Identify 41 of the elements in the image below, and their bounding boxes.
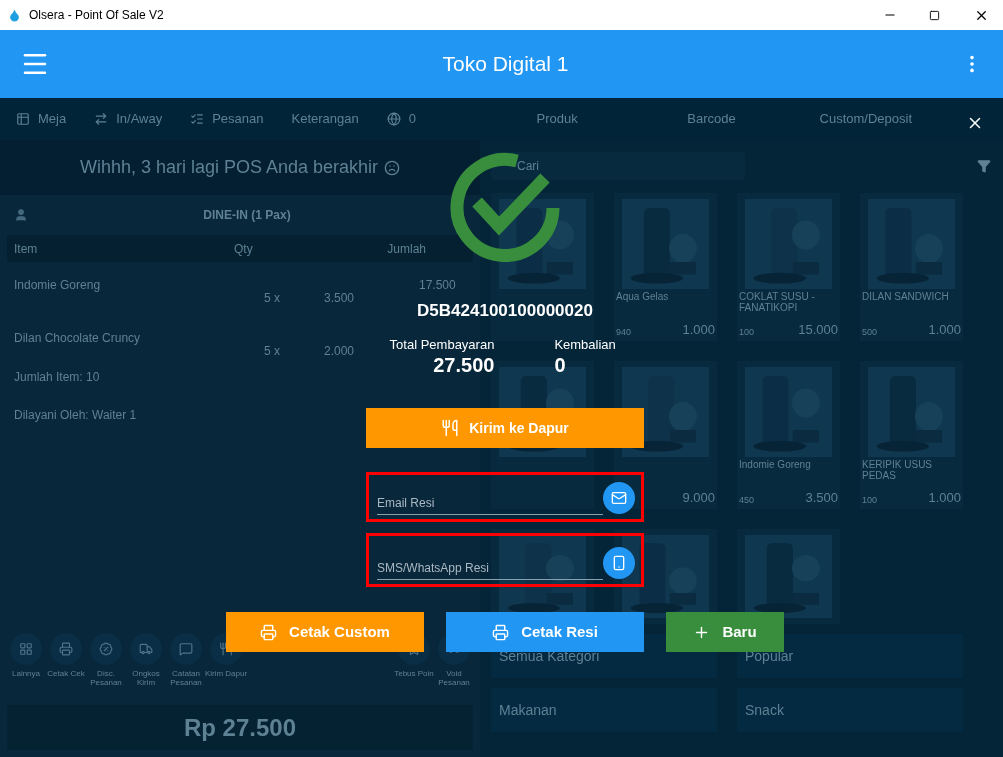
column-header: Item	[14, 240, 39, 258]
product-stock: 100	[862, 493, 878, 507]
total-amount: 27.500	[433, 354, 495, 376]
product-price: 1.000	[682, 320, 715, 339]
product-stock: 500	[862, 325, 878, 339]
action-label: Tebus Poin	[393, 669, 435, 678]
action-label: Kirim Dapur	[204, 669, 248, 678]
product-name: COKLAT SUSU - FANATIKOPI	[738, 291, 816, 313]
product-price: 15.000	[798, 320, 838, 339]
product-name: Aqua Gelas	[615, 291, 670, 302]
column-header: Qty	[234, 240, 254, 258]
window-title: Olsera - Point Of Sale V2	[29, 7, 164, 24]
change-amount: 0	[554, 354, 566, 376]
item-name: Indomie Goreng	[14, 277, 102, 294]
change-label: Kembalian	[554, 335, 616, 354]
product-price: 1.000	[928, 488, 961, 507]
column-header: Jumlah	[386, 240, 427, 258]
action-label: Lainnya	[11, 669, 41, 678]
action-label: Cetak Cek	[46, 669, 86, 678]
store-title: Toko Digital 1	[441, 51, 570, 78]
item-qty: 5 x	[264, 290, 281, 307]
banner-text: Wihhh, 3 hari lagi POS Anda berakhir	[79, 156, 379, 179]
product-name: DILAN SANDWICH	[861, 291, 950, 302]
total-label: Total Pembayaran	[389, 335, 495, 354]
product-name: Indomie Goreng	[738, 459, 812, 470]
item-count: Jumlah Item: 10	[13, 369, 101, 386]
served-by: Dilayani Oleh: Waiter 1	[13, 407, 138, 424]
receipt-number: D5B424100100000020	[417, 300, 593, 322]
order-type: DINE-IN (1 Pax)	[202, 207, 292, 224]
item-qty: 5 x	[264, 343, 281, 360]
product-price: 9.000	[682, 488, 715, 507]
product-stock: 100	[739, 325, 755, 339]
product-price: 3.500	[805, 488, 838, 507]
action-label: Disc. Pesanan	[89, 669, 123, 687]
action-label: Ongkos Kirim	[131, 669, 161, 687]
product-name: KERIPIK USUS PEDAS	[861, 459, 934, 481]
product-stock: 940	[616, 325, 632, 339]
item-name: Dilan Chocolate Cruncy	[14, 330, 142, 347]
product-stock: 450	[739, 493, 755, 507]
product-price: 1.000	[928, 320, 961, 339]
item-price: 3.500	[324, 290, 356, 307]
